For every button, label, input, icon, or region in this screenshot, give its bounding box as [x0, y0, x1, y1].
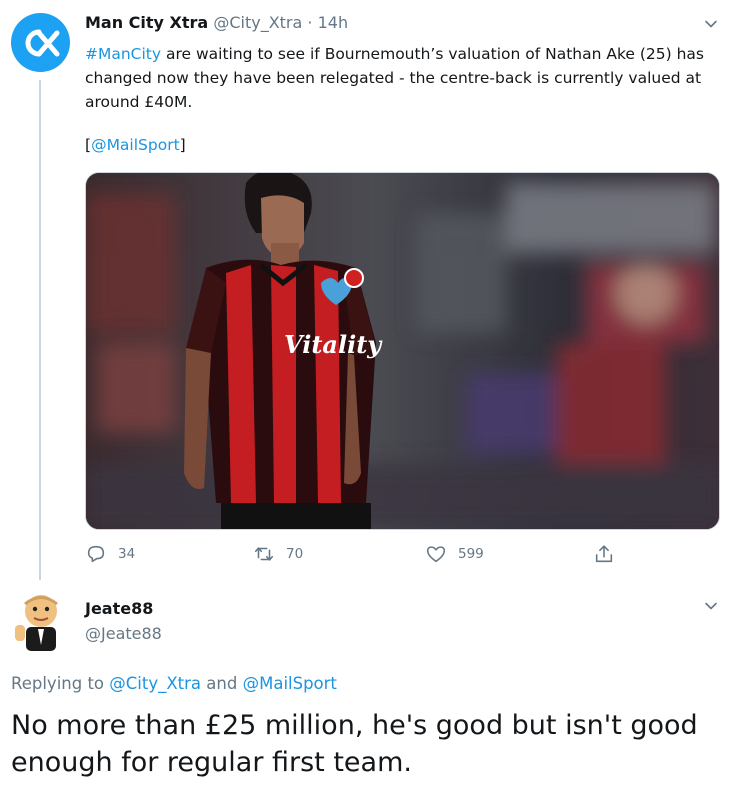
replying-and: and [201, 674, 243, 693]
source-line: [@MailSport] [85, 136, 186, 154]
like-icon [426, 546, 446, 563]
like-button[interactable]: 599 [425, 543, 484, 565]
tweet-header: Man City Xtra @City_Xtra · 14h [85, 13, 348, 32]
retweet-button[interactable]: 70 [253, 543, 303, 565]
reply-avatar[interactable] [11, 589, 71, 653]
source-mention-link[interactable]: @MailSport [91, 136, 180, 154]
replying-mention-2[interactable]: @MailSport [243, 674, 337, 693]
retweet-count: 70 [286, 546, 304, 562]
thread-connector-line [39, 80, 41, 580]
author-name[interactable]: Man City Xtra [85, 13, 208, 32]
tweet-body-text: are waiting to see if Bournemouth’s valu… [85, 45, 704, 111]
player-photo: Vitality [86, 173, 719, 529]
tweet-photo[interactable]: Vitality [85, 172, 720, 530]
replying-mention-1[interactable]: @City_Xtra [109, 674, 201, 693]
share-icon [595, 545, 613, 563]
replying-to: Replying to @City_Xtra and @MailSport [11, 674, 337, 693]
reply-button[interactable]: 34 [85, 543, 135, 565]
reply-count: 34 [118, 546, 136, 562]
chevron-down-icon[interactable] [703, 598, 719, 614]
timestamp[interactable]: 14h [318, 13, 349, 32]
retweet-icon [254, 547, 274, 561]
chevron-down-icon[interactable] [703, 16, 719, 32]
sponsor-text: Vitality [284, 330, 383, 359]
share-button[interactable] [593, 543, 626, 565]
bracket-close: ] [179, 136, 186, 154]
reply-author-name[interactable]: Jeate88 [85, 599, 153, 618]
reply-icon [87, 545, 105, 563]
cx-logo-icon [25, 29, 59, 56]
tweet-text: #ManCity are waiting to see if Bournemou… [85, 42, 725, 114]
replying-prefix: Replying to [11, 674, 110, 693]
tweet-actions: 34 70 599 [85, 543, 645, 567]
reply-author-handle[interactable]: @Jeate88 [85, 624, 162, 643]
reply-text: No more than £25 million, he's good but … [11, 710, 698, 778]
separator: · [307, 13, 313, 32]
like-count: 599 [458, 546, 484, 562]
hashtag-link[interactable]: #ManCity [85, 45, 161, 63]
author-handle[interactable]: @City_Xtra [213, 13, 302, 32]
avatar[interactable] [11, 13, 70, 72]
